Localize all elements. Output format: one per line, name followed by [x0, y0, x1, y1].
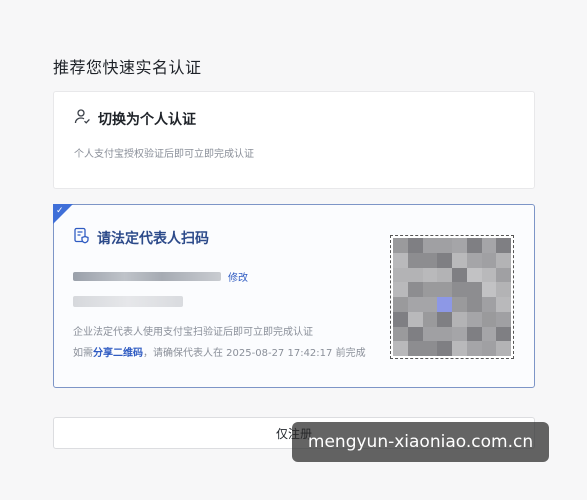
qr-pixel — [437, 238, 452, 253]
qr-pixel — [452, 311, 467, 327]
deadline-prefix: 如需 — [73, 348, 93, 359]
qr-pixel — [466, 311, 482, 327]
watermark: mengyun-xiaoniao.com.cn — [292, 422, 549, 462]
qr-pixel — [407, 238, 423, 253]
qr-pixel — [496, 252, 511, 268]
qr-pixel — [437, 326, 452, 342]
qr-pixel — [393, 341, 408, 356]
qr-pixel — [393, 252, 408, 268]
qr-pixel — [496, 238, 511, 253]
qr-pixel — [481, 267, 497, 283]
qr-code — [390, 235, 514, 359]
qr-pixel — [481, 326, 497, 342]
qr-pixel — [422, 282, 438, 297]
document-shield-icon — [73, 227, 97, 248]
qr-pixel — [393, 238, 408, 253]
personal-auth-card[interactable]: 切换为个人认证 个人支付宝授权验证后即可立即完成认证 — [53, 91, 535, 189]
qr-pixel — [422, 252, 438, 268]
edit-link[interactable]: 修改 — [228, 269, 248, 284]
qr-pixel — [496, 282, 511, 297]
qr-pixel — [437, 282, 452, 297]
masked-rep-name — [73, 296, 183, 307]
qr-pixel — [466, 297, 482, 312]
person-check-icon — [74, 108, 98, 129]
qr-pixel — [452, 341, 467, 356]
qr-pixel — [452, 238, 467, 253]
masked-company-name — [73, 272, 221, 281]
qr-pixel — [407, 326, 423, 342]
personal-auth-title: 切换为个人认证 — [98, 111, 196, 128]
qr-pixel — [407, 311, 423, 327]
qr-pixel — [452, 326, 467, 342]
qr-pixel — [407, 252, 423, 268]
share-qr-link[interactable]: 分享二维码 — [93, 348, 143, 359]
qr-pixel — [481, 252, 497, 268]
qr-pixel — [437, 341, 452, 356]
legal-rep-header: 请法定代表人扫码 — [73, 227, 209, 248]
qr-pixel — [393, 326, 408, 342]
qr-pixel — [437, 252, 452, 268]
qr-pixel — [466, 252, 482, 268]
qr-pixel — [422, 267, 438, 283]
qr-pixel — [422, 238, 438, 253]
qr-pixel — [437, 297, 452, 312]
qr-pixel — [393, 282, 408, 297]
qr-pixel — [466, 341, 482, 356]
qr-pixel — [481, 297, 497, 312]
check-icon: ✓ — [56, 206, 64, 216]
qr-pixel — [437, 311, 452, 327]
qr-pixel — [407, 341, 423, 356]
qr-pixel — [393, 297, 408, 312]
qr-pixel — [452, 252, 467, 268]
qr-pixel — [407, 297, 423, 312]
qr-pixel — [481, 238, 497, 253]
qr-pixel — [466, 238, 482, 253]
qr-pixel — [452, 297, 467, 312]
qr-pixel — [481, 282, 497, 297]
personal-auth-header: 切换为个人认证 — [74, 108, 196, 129]
deadline-suffix: ，请确保代表人在 2025-08-27 17:42:17 前完成 — [143, 348, 366, 359]
legal-rep-desc: 企业法定代表人使用支付宝扫验证后即可立即完成认证 — [73, 327, 313, 338]
page-title: 推荐您快速实名认证 — [53, 58, 202, 77]
qr-pixel — [481, 341, 497, 356]
qr-pixel — [481, 311, 497, 327]
qr-pixel — [466, 282, 482, 297]
qr-pixel — [496, 311, 511, 327]
qr-pixel — [496, 297, 511, 312]
qr-pixel — [393, 311, 408, 327]
qr-pixel — [496, 341, 511, 356]
qr-pixel — [466, 326, 482, 342]
legal-rep-deadline: 如需分享二维码，请确保代表人在 2025-08-27 17:42:17 前完成 — [73, 344, 366, 359]
qr-pixel — [437, 267, 452, 283]
qr-pixel — [452, 282, 467, 297]
qr-pixel — [422, 341, 438, 356]
qr-pixel — [496, 326, 511, 342]
qr-pixel — [407, 267, 423, 283]
qr-pixel — [496, 267, 511, 283]
qr-pixel — [422, 311, 438, 327]
qr-pixel — [393, 267, 408, 283]
qr-pixel — [466, 267, 482, 283]
qr-pixel — [422, 326, 438, 342]
qr-pixel — [452, 267, 467, 283]
qr-pixel — [422, 297, 438, 312]
personal-auth-desc: 个人支付宝授权验证后即可立即完成认证 — [74, 149, 254, 160]
legal-rep-card[interactable]: ✓ 请法定代表人扫码 修改 企业法定代表人使用支付宝扫验证后即可立即完成认证 如… — [53, 204, 535, 388]
qr-pixel — [407, 282, 423, 297]
legal-rep-title: 请法定代表人扫码 — [97, 230, 209, 247]
